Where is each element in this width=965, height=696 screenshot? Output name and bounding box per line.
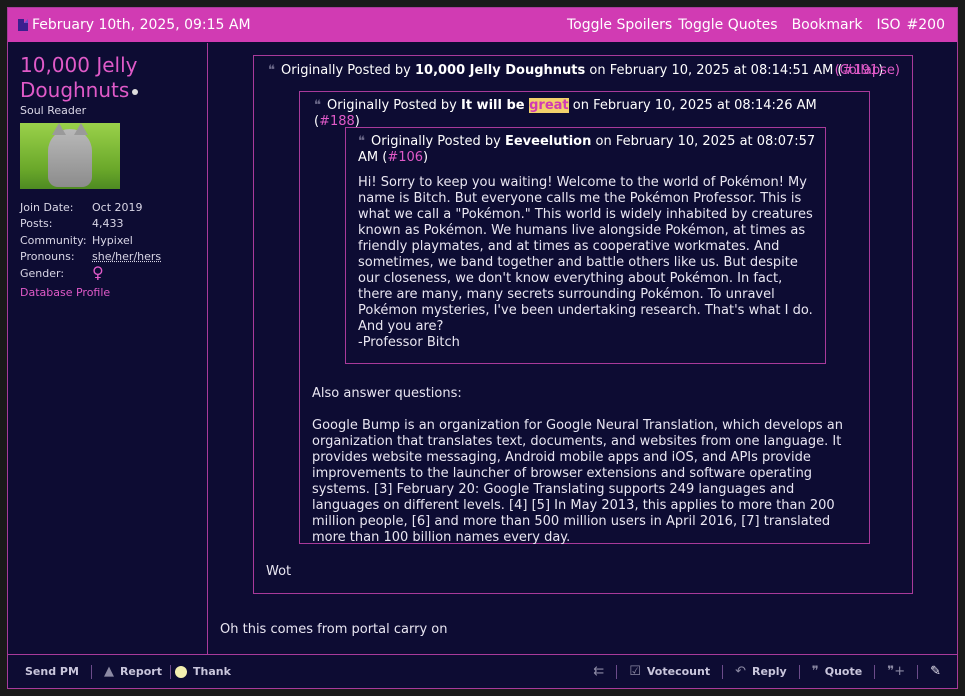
toggle-spoilers-link[interactable]: Toggle Spoilers xyxy=(567,17,672,33)
reply-arrow-icon: ↶ xyxy=(735,664,746,679)
cat-avatar-icon xyxy=(48,123,92,187)
iso-link[interactable]: ISO xyxy=(877,17,901,33)
database-profile-link[interactable]: Database Profile xyxy=(20,286,195,299)
report-button[interactable]: ▲ Report xyxy=(104,664,162,679)
quote-inner-signature: -Professor Bitch xyxy=(358,335,460,350)
post-number-link[interactable]: #200 xyxy=(907,17,945,33)
post-content: ❝ Originally Posted by 10,000 Jelly Dough… xyxy=(208,43,957,654)
edit-check-icon[interactable]: ✎ xyxy=(930,664,941,679)
join-date: Oct 2019 xyxy=(92,200,143,214)
quote-button[interactable]: ❞ Quote xyxy=(812,664,862,679)
user-title: Soul Reader xyxy=(20,104,87,117)
quote-mark-icon: ❝ xyxy=(314,98,321,113)
quote-mark-icon: ❝ xyxy=(268,63,275,78)
quote-middle: ❝ Originally Posted by It will be great o… xyxy=(299,91,870,545)
quote-middle-text-2: Google Bump is an organization for Googl… xyxy=(312,418,843,545)
votecount-button[interactable]: ☑ Votecount xyxy=(629,664,710,679)
quote-author[interactable]: It will be great xyxy=(461,98,569,113)
user-sidebar: 10,000 Jelly Doughnuts Soul Reader Join … xyxy=(8,43,208,654)
quote-author[interactable]: 10,000 Jelly Doughnuts xyxy=(415,63,585,78)
reply-button[interactable]: ↶ Reply xyxy=(735,664,787,679)
checkbox-icon: ☑ xyxy=(629,664,641,679)
toggle-quotes-link[interactable]: Toggle Quotes xyxy=(678,17,777,33)
username-link[interactable]: 10,000 Jelly Doughnuts xyxy=(20,53,195,103)
post-header: February 10th, 2025, 09:15 AM Toggle Spo… xyxy=(8,8,957,42)
quote-ref-link[interactable]: #106 xyxy=(387,150,423,165)
post-footer: Send PM ▲ Report Thank ⇇ ☑ Votecount ↶ Repl… xyxy=(8,654,957,688)
collapse-link[interactable]: (Collapse) xyxy=(835,63,900,79)
reply-all-icon[interactable]: ⇇ xyxy=(593,664,604,679)
community: Hypixel xyxy=(92,233,133,247)
quote-inner: ❝ Originally Posted by Eeveelution on Feb… xyxy=(345,127,826,364)
avatar[interactable] xyxy=(20,123,120,189)
thank-button[interactable]: Thank xyxy=(174,665,231,678)
send-pm-button[interactable]: Send PM xyxy=(25,665,79,678)
post-date: February 10th, 2025, 09:15 AM xyxy=(32,17,251,33)
quote-author[interactable]: Eeveelution xyxy=(505,134,591,149)
bookmark-link[interactable]: Bookmark xyxy=(792,17,863,33)
quote-outer-reply: Wot xyxy=(266,564,292,579)
female-gender-icon: ♀ xyxy=(92,263,104,283)
post-count: 4,433 xyxy=(92,217,124,231)
forum-post: February 10th, 2025, 09:15 AM Toggle Spo… xyxy=(7,7,958,689)
thank-icon xyxy=(174,665,187,678)
quote-inner-text: Hi! Sorry to keep you waiting! Welcome t… xyxy=(358,175,813,334)
quote-middle-text-1: Also answer questions: xyxy=(312,386,462,401)
quote-mark-icon: ❝ xyxy=(358,134,365,149)
quote-outer: ❝ Originally Posted by 10,000 Jelly Dough… xyxy=(253,55,913,594)
online-status-icon xyxy=(132,88,139,95)
post-text: Oh this comes from portal carry on xyxy=(220,622,448,637)
user-stats: Join Date: Oct 2019 Posts: 4,433 Community… xyxy=(20,200,162,283)
quote-bubble-icon: ❞ xyxy=(811,664,819,679)
post-document-icon xyxy=(18,19,28,31)
multi-quote-icon[interactable]: ❞+ xyxy=(887,664,905,679)
warning-icon: ▲ xyxy=(103,664,114,679)
pronouns: she/her/hers xyxy=(92,250,162,264)
